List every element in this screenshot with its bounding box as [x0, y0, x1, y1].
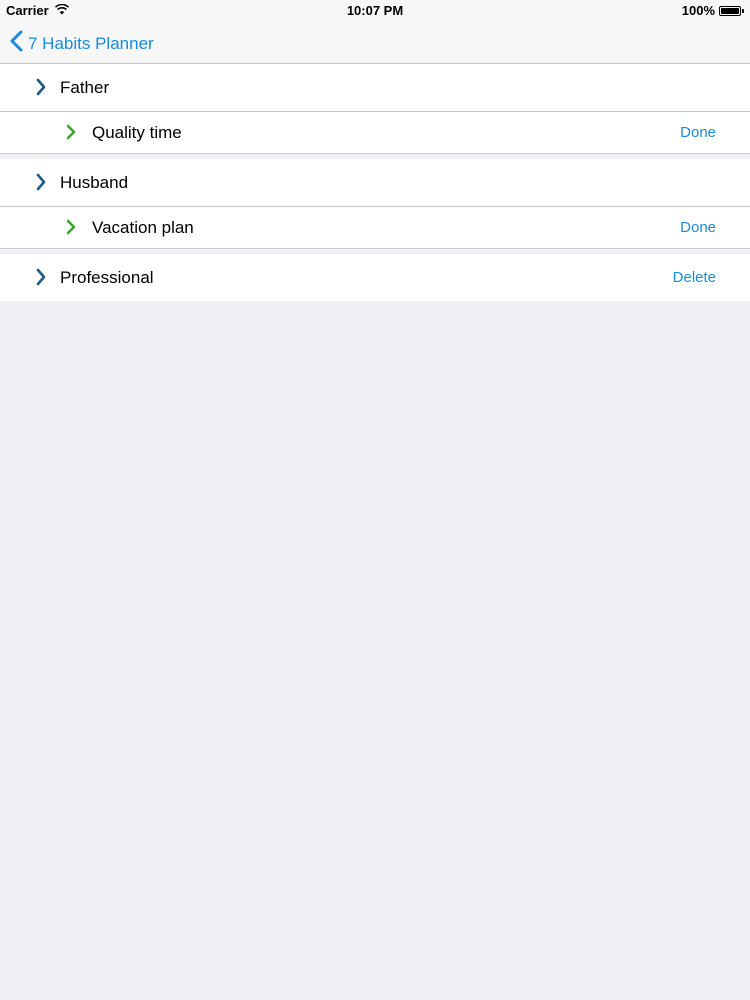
navigation-bar: 7 Habits Planner — [0, 22, 750, 64]
chevron-right-icon — [65, 218, 77, 236]
chevron-right-icon — [35, 172, 47, 192]
battery-tip — [742, 8, 744, 13]
chevron-right-icon — [35, 77, 47, 97]
list-row-quality-time[interactable]: Quality time Done — [0, 112, 750, 154]
goals-list: Father Quality time Done Husband Vacatio… — [0, 64, 750, 301]
done-button[interactable]: Done — [680, 219, 716, 236]
status-bar: Carrier 10:07 PM 100% — [0, 0, 750, 22]
battery-fill — [721, 7, 739, 14]
list-row-vacation-plan[interactable]: Vacation plan Done — [0, 207, 750, 249]
back-button[interactable]: 7 Habits Planner — [10, 30, 154, 57]
list-row-father[interactable]: Father — [0, 64, 750, 112]
status-time: 10:07 PM — [346, 3, 404, 18]
battery-icon — [719, 5, 741, 16]
battery-percent: 100% — [681, 3, 715, 18]
delete-button[interactable]: Delete — [673, 269, 716, 286]
list-row-professional[interactable]: Professional Delete — [0, 254, 750, 301]
chevron-left-icon — [10, 30, 23, 57]
chevron-right-icon — [65, 123, 77, 141]
list-row-husband[interactable]: Husband — [0, 159, 750, 207]
row-label: Quality time — [92, 122, 182, 142]
status-right: 100% — [682, 3, 744, 18]
row-label: Father — [60, 77, 110, 97]
chevron-right-icon — [35, 267, 47, 287]
back-button-label: 7 Habits Planner — [28, 33, 154, 53]
row-label: Professional — [60, 267, 154, 287]
row-label: Husband — [60, 172, 129, 192]
done-button[interactable]: Done — [680, 124, 716, 141]
row-label: Vacation plan — [92, 217, 194, 237]
